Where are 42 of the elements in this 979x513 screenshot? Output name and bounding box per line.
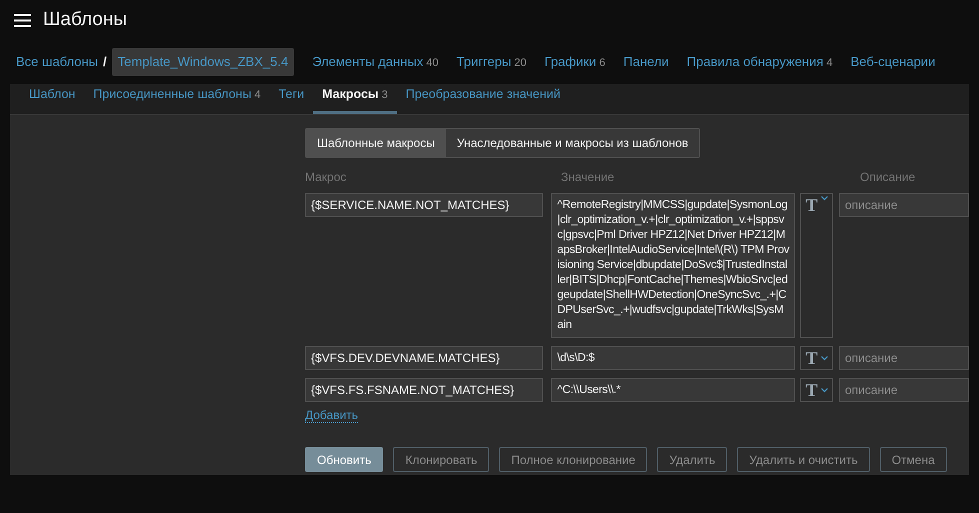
caret-icon — [820, 356, 828, 360]
column-header: Макрос — [305, 170, 346, 184]
value-field[interactable]: ^C:\\Users\\.* — [551, 378, 796, 402]
menu-icon[interactable] — [14, 14, 31, 26]
action-button[interactable]: Обновить — [305, 447, 384, 472]
value-field[interactable]: ^RemoteRegistry|MMCSS|gupdate|SysmonLog|clr_optimization_v.+|clr_optimization_v.+|sppsvc|gpsvc|Pml Driver HPZ12|Net Driver HPZ12|MapsBroker|IntelAudioService|Intel\(R\) TPM Provisioning Service|dbupdate|DoSvc$|TrustedInstaller|BITS|Dhcp|FontCache|Themes|WbioSrvc|edgeupdate|ShellHWDetection|OneSyncSvc_.+|CDPUserSvc_.+|wudfsvc|gupdate|TrkWks|SysMain — [551, 193, 796, 338]
breadcrumb-link[interactable]: Элементы данных 40 — [312, 52, 438, 72]
macro-field[interactable]: {$SERVICE.NAME.NOT_MATCHES} — [305, 193, 544, 217]
page-title: Шаблоны — [43, 8, 128, 32]
type-dropdown[interactable]: T — [800, 378, 833, 402]
action-button[interactable]: Отмена — [880, 447, 947, 472]
tab[interactable]: Теги — [270, 81, 314, 114]
tab[interactable]: Преобразование значений — [396, 81, 570, 114]
action-button[interactable]: Удалить — [657, 447, 728, 472]
description-field[interactable]: описание — [839, 378, 969, 402]
breadcrumb-link[interactable]: Триггеры 20 — [456, 52, 527, 72]
action-button[interactable]: Полное клонирование — [499, 447, 648, 472]
caret-icon — [820, 196, 828, 201]
breadcrumb-link[interactable]: Графики 6 — [544, 52, 606, 72]
column-header: Значение — [561, 170, 614, 184]
tab[interactable]: Шаблон — [20, 81, 84, 114]
tab[interactable]: Макросы 3 — [313, 81, 397, 114]
breadcrumb-link[interactable]: Template_Windows_ZBX_5.4 — [112, 48, 294, 76]
value-field[interactable]: \d\s\D:$ — [551, 346, 796, 370]
description-field[interactable]: описание — [839, 193, 969, 217]
breadcrumb-link[interactable]: Все шаблоны — [16, 52, 98, 72]
breadcrumb-link[interactable]: Правила обнаружения 4 — [686, 52, 833, 72]
macro-field[interactable]: {$VFS.DEV.DEVNAME.MATCHES} — [305, 346, 544, 370]
type-dropdown[interactable]: T — [800, 193, 833, 338]
type-dropdown[interactable]: T — [800, 346, 833, 370]
breadcrumb-separator: / — [103, 53, 107, 72]
action-button[interactable]: Удалить и очистить — [737, 447, 870, 472]
action-button[interactable]: Клонировать — [393, 447, 490, 472]
breadcrumb-link[interactable]: Веб-сценарии — [850, 52, 936, 72]
tab[interactable]: Присоединенные шаблоны 4 — [84, 81, 270, 114]
caret-icon — [820, 388, 828, 392]
description-field[interactable]: описание — [839, 346, 969, 370]
segment-tab[interactable]: Шаблонные макросы — [306, 129, 446, 157]
macro-field[interactable]: {$VFS.FS.FSNAME.NOT_MATCHES} — [305, 378, 544, 402]
column-header: Описание — [860, 170, 916, 184]
add-link[interactable]: Добавить — [305, 408, 358, 423]
breadcrumb-link[interactable]: Панели — [623, 52, 669, 72]
